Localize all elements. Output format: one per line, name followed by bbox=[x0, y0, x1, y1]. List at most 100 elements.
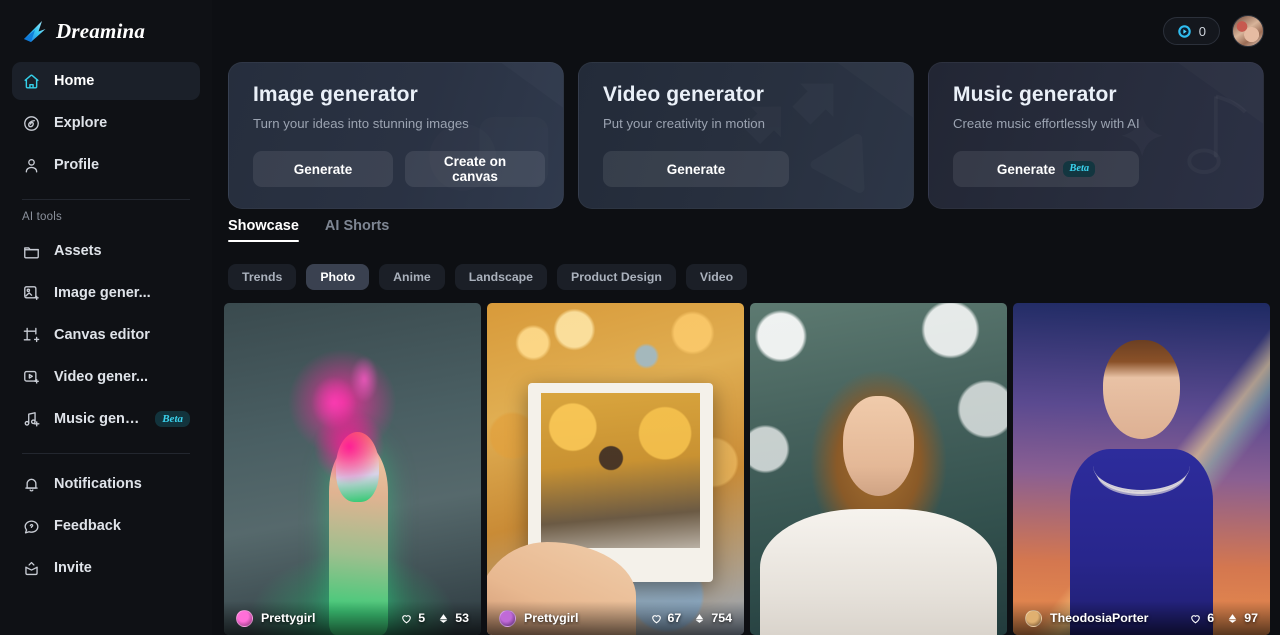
topbar: 0 bbox=[1162, 0, 1280, 62]
sidebar-item-label: Invite bbox=[54, 560, 92, 576]
sidebar-item-label: Feedback bbox=[54, 518, 121, 534]
chip-label: Product Design bbox=[571, 270, 662, 284]
bell-icon bbox=[25, 478, 38, 492]
chip-product-design[interactable]: Product Design bbox=[557, 264, 676, 290]
beta-badge: Beta bbox=[155, 410, 190, 428]
gallery-card-meta: Prettygirl 67 754 bbox=[487, 601, 744, 635]
hero-card-music-generator[interactable]: Music generator Create music effortlessl… bbox=[928, 62, 1264, 209]
gem-stat[interactable]: 53 bbox=[437, 611, 469, 625]
gallery-stats: 5 53 bbox=[400, 611, 469, 625]
generate-button-label: Generate bbox=[666, 161, 726, 177]
gem-count: 97 bbox=[1244, 611, 1258, 625]
hero-title: Image generator bbox=[253, 83, 418, 106]
heart-icon bbox=[1191, 614, 1201, 623]
sidebar-item-image-generator[interactable]: Image gener... bbox=[12, 274, 200, 312]
chip-label: Photo bbox=[320, 270, 356, 284]
like-count: 6 bbox=[1207, 611, 1215, 625]
chip-landscape[interactable]: Landscape bbox=[454, 264, 548, 290]
like-count: 67 bbox=[667, 611, 682, 625]
credit-coin-icon bbox=[1178, 24, 1191, 38]
sidebar-item-video-generator[interactable]: Video gener... bbox=[12, 358, 200, 396]
avatar[interactable] bbox=[1232, 15, 1264, 47]
person-icon bbox=[25, 158, 38, 173]
heart-icon bbox=[651, 614, 661, 623]
gallery-card-meta: Prettygirl 5 53 bbox=[224, 601, 481, 635]
generate-button[interactable]: Generate Beta bbox=[953, 151, 1139, 187]
hero-title: Music generator bbox=[953, 83, 1117, 106]
gallery-card[interactable]: Prettygirl 5 53 bbox=[224, 303, 481, 635]
hero-actions: Generate Create on canvas bbox=[253, 151, 545, 187]
tab-label: AI Shorts bbox=[324, 218, 390, 234]
chip-photo[interactable]: Photo bbox=[306, 264, 370, 290]
tab-label: Showcase bbox=[228, 218, 299, 234]
gallery-stats: 67 754 bbox=[650, 611, 732, 625]
gallery-card[interactable]: TheodosiaPorter 6 97 bbox=[1013, 303, 1270, 635]
avatar[interactable] bbox=[499, 609, 516, 627]
gallery-image bbox=[1013, 303, 1270, 635]
create-on-canvas-button[interactable]: Create on canvas bbox=[405, 151, 545, 187]
avatar[interactable] bbox=[236, 609, 253, 627]
diamond-icon bbox=[1228, 613, 1237, 623]
invite-icon bbox=[25, 561, 38, 575]
hero-title: Video generator bbox=[603, 83, 764, 106]
chip-anime[interactable]: Anime bbox=[379, 264, 445, 290]
showcase-gallery: Prettygirl 5 53 Prettygirl 67 754 Theodo… bbox=[224, 303, 1270, 635]
chip-label: Anime bbox=[393, 270, 431, 284]
like-stat[interactable]: 5 bbox=[400, 611, 425, 625]
generate-button[interactable]: Generate bbox=[603, 151, 789, 187]
generate-button[interactable]: Generate bbox=[253, 151, 393, 187]
hero-subtitle: Put your creativity in motion bbox=[603, 116, 765, 131]
generate-button-label: Generate bbox=[996, 161, 1056, 177]
gallery-author: TheodosiaPorter bbox=[1050, 611, 1149, 625]
chip-video[interactable]: Video bbox=[685, 264, 748, 290]
compass-icon bbox=[24, 115, 39, 131]
sidebar-item-label: Video gener... bbox=[54, 369, 149, 385]
brand[interactable]: Dreamina bbox=[12, 0, 200, 62]
tab-showcase[interactable]: Showcase bbox=[228, 218, 299, 242]
chip-trends[interactable]: Trends bbox=[228, 264, 297, 290]
tab-ai-shorts[interactable]: AI Shorts bbox=[325, 218, 389, 242]
folder-icon bbox=[24, 246, 39, 259]
credits-badge[interactable]: 0 bbox=[1162, 17, 1220, 45]
music-generate-icon bbox=[24, 411, 40, 427]
home-icon bbox=[24, 74, 39, 89]
canvas-editor-icon bbox=[23, 327, 40, 342]
sidebar-item-notifications[interactable]: Notifications bbox=[12, 465, 200, 503]
gallery-card[interactable] bbox=[750, 303, 1007, 635]
hero-subtitle: Create music effortlessly with AI bbox=[953, 116, 1140, 131]
gallery-card[interactable]: Prettygirl 67 754 bbox=[487, 303, 744, 635]
video-generate-icon bbox=[24, 370, 39, 383]
heart-icon bbox=[402, 614, 412, 623]
like-stat[interactable]: 6 bbox=[1189, 611, 1214, 625]
sidebar-item-explore[interactable]: Explore bbox=[12, 104, 200, 142]
sidebar: Dreamina Home Explore Profile AI tools A… bbox=[0, 0, 212, 635]
gem-count: 754 bbox=[711, 611, 732, 625]
chip-label: Video bbox=[699, 270, 734, 284]
sidebar-section-label: AI tools bbox=[22, 211, 62, 223]
app-root: Dreamina Home Explore Profile AI tools A… bbox=[0, 0, 1280, 635]
avatar[interactable] bbox=[1025, 609, 1042, 627]
sidebar-item-music-generator[interactable]: Music gener... Beta bbox=[12, 400, 200, 438]
gallery-card-meta bbox=[750, 601, 1007, 635]
image-generate-icon bbox=[24, 285, 39, 300]
sidebar-item-profile[interactable]: Profile bbox=[12, 146, 200, 184]
hero-subtitle: Turn your ideas into stunning images bbox=[253, 116, 469, 131]
hero-card-image-generator[interactable]: Image generator Turn your ideas into stu… bbox=[228, 62, 564, 209]
gem-count: 53 bbox=[455, 611, 469, 625]
gallery-stats: 6 97 bbox=[1189, 611, 1258, 625]
sidebar-item-assets[interactable]: Assets bbox=[12, 232, 200, 270]
gem-stat[interactable]: 754 bbox=[693, 611, 732, 625]
dreamina-arrow-logo-icon bbox=[24, 21, 46, 42]
gallery-author: Prettygirl bbox=[524, 611, 579, 625]
sidebar-item-label: Notifications bbox=[54, 476, 142, 492]
gem-stat[interactable]: 97 bbox=[1226, 611, 1258, 625]
sidebar-item-canvas-editor[interactable]: Canvas editor bbox=[12, 316, 200, 354]
like-stat[interactable]: 67 bbox=[650, 611, 682, 625]
sidebar-item-label: Music gener... bbox=[54, 411, 143, 427]
sidebar-item-invite[interactable]: Invite bbox=[12, 549, 200, 587]
sidebar-item-feedback[interactable]: Feedback bbox=[12, 507, 200, 545]
chip-label: Landscape bbox=[468, 270, 534, 284]
sidebar-item-home[interactable]: Home bbox=[12, 62, 200, 100]
hero-card-video-generator[interactable]: Video generator Put your creativity in m… bbox=[578, 62, 914, 209]
chip-label: Trends bbox=[242, 270, 283, 284]
